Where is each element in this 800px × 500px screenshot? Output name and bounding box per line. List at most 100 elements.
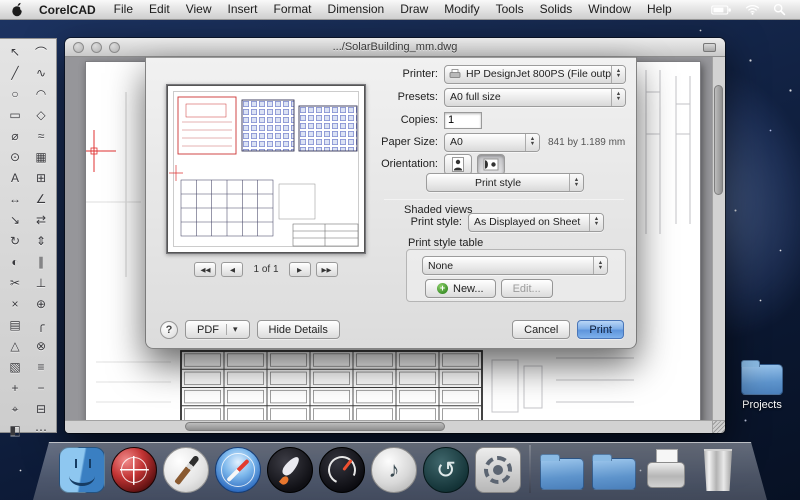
minimize-button[interactable] [91,42,102,53]
paper-size-select[interactable]: A0 [444,133,540,152]
edit-button[interactable]: Edit... [501,279,553,298]
trash-dock-icon[interactable] [695,447,741,493]
tool-table[interactable]: ⊞ [28,168,54,188]
horizontal-scrollbar[interactable] [65,420,712,433]
documents-folder-dock-icon[interactable] [591,447,637,493]
tool-arc[interactable]: ◠ [28,84,54,104]
close-button[interactable] [73,42,84,53]
printer-select[interactable]: HP DesignJet 800PS (File output) [444,65,626,84]
previous-page-button[interactable]: ◀ [221,262,243,277]
pdf-menu-button[interactable]: PDF [185,320,250,339]
tool-zoom-in[interactable]: + [2,378,28,398]
system-preferences-dock-icon[interactable] [475,447,521,493]
help-button[interactable]: ? [160,321,178,339]
cancel-button[interactable]: Cancel [512,320,570,339]
apple-menu[interactable] [0,2,33,17]
toolbar-toggle-button[interactable] [703,43,716,52]
projects-folder[interactable]: Projects [735,364,789,411]
gauge-app-dock-icon[interactable] [319,447,365,493]
tool-explode[interactable]: ⊗ [28,336,54,356]
orientation-portrait-button[interactable] [444,154,472,175]
applications-folder-dock-icon[interactable] [539,447,585,493]
presets-select[interactable]: A0 full size [444,88,626,107]
tool-circle[interactable]: ○ [2,84,28,104]
tool-dimension[interactable]: ↔ [2,189,28,209]
tool-trim[interactable]: ✂ [2,273,28,293]
tool-fillet[interactable]: ╭ [28,315,54,335]
pane-selector[interactable]: Print style [426,173,584,192]
tool-properties[interactable]: ≡ [28,357,54,377]
tool-move[interactable]: ⇄ [28,210,54,230]
menu-item-insert[interactable]: Insert [220,0,266,19]
tool-stretch[interactable]: ⇕ [28,231,54,251]
print-style-table-select[interactable]: None [422,256,608,275]
tool-point[interactable]: ⊙ [2,147,28,167]
tool-offset[interactable]: ∥ [28,252,54,272]
menu-item-window[interactable]: Window [580,0,639,19]
corelcad-dock-icon[interactable] [111,447,157,493]
last-page-button[interactable]: ▶▶ [316,262,338,277]
wifi-icon[interactable] [745,4,760,15]
horizontal-scroll-thumb[interactable] [185,422,445,431]
first-page-button[interactable]: ◀◀ [194,262,216,277]
menu-item-help[interactable]: Help [639,0,680,19]
tool-select[interactable]: ↖ [2,42,28,62]
menu-item-format[interactable]: Format [266,0,320,19]
menu-item-file[interactable]: File [106,0,141,19]
menu-item-modify[interactable]: Modify [436,0,487,19]
menu-item-view[interactable]: View [178,0,220,19]
zoom-button[interactable] [109,42,120,53]
tool-delete[interactable]: × [2,294,28,314]
brush-app-dock-icon[interactable] [163,447,209,493]
window-titlebar[interactable]: .../SolarBuilding_mm.dwg [65,38,725,57]
tool-copy[interactable]: ⊕ [28,294,54,314]
menu-item-tools[interactable]: Tools [488,0,532,19]
vertical-scroll-thumb[interactable] [714,85,723,195]
resize-grip[interactable] [712,420,725,433]
menu-item-dimension[interactable]: Dimension [320,0,393,19]
hide-details-button[interactable]: Hide Details [257,320,340,339]
tool-rectangle[interactable]: ▭ [2,105,28,125]
printer-dock-icon[interactable] [643,447,689,493]
tool-center[interactable]: ⌖ [2,399,28,419]
tool-line[interactable]: ╱ [2,63,28,83]
tool-zoom-out[interactable]: − [28,378,54,398]
new-button[interactable]: +New... [425,279,496,298]
tool-lasso[interactable]: ⌒ [28,42,54,62]
tool-hatch[interactable]: ▦ [28,147,54,167]
tool-measure[interactable]: ⊟ [28,399,54,419]
menu-item-solids[interactable]: Solids [532,0,581,19]
tool-rotate[interactable]: ↻ [2,231,28,251]
spotlight-icon[interactable] [773,3,786,16]
copies-input[interactable] [444,112,482,129]
print-style-table-title: Print style table [408,237,483,249]
tool-angle[interactable]: ∠ [28,189,54,209]
tool-mirror[interactable]: ◐ [2,252,28,272]
tool-chamfer[interactable]: △ [2,336,28,356]
tool-polygon[interactable]: ◇ [28,105,54,125]
tool-freehand[interactable]: ≈ [28,126,54,146]
tool-ellipse[interactable]: ⌀ [2,126,28,146]
print-button[interactable]: Print [577,320,624,339]
shaded-print-style-select[interactable]: As Displayed on Sheet [468,213,604,232]
safari-dock-icon[interactable] [215,447,261,493]
app-menu[interactable]: CorelCAD [33,3,102,17]
tool-more[interactable]: ⋯ [28,420,54,440]
tool-array[interactable]: ▤ [2,315,28,335]
next-page-button[interactable]: ▶ [289,262,311,277]
menu-item-edit[interactable]: Edit [141,0,178,19]
battery-icon[interactable] [711,5,732,15]
vertical-scrollbar[interactable] [712,57,725,420]
finder-dock-icon[interactable] [59,447,105,493]
tool-text[interactable]: A [2,168,28,188]
tool-block[interactable]: ◧ [2,420,28,440]
music-app-dock-icon[interactable] [371,447,417,493]
time-machine-dock-icon[interactable] [423,447,469,493]
menu-item-draw[interactable]: Draw [392,0,436,19]
tool-layers[interactable]: ▧ [2,357,28,377]
orientation-landscape-button[interactable] [477,154,505,175]
tool-leader[interactable]: ↘ [2,210,28,230]
rocket-app-dock-icon[interactable] [267,447,313,493]
tool-extend[interactable]: ⊥ [28,273,54,293]
tool-spline[interactable]: ∿ [28,63,54,83]
